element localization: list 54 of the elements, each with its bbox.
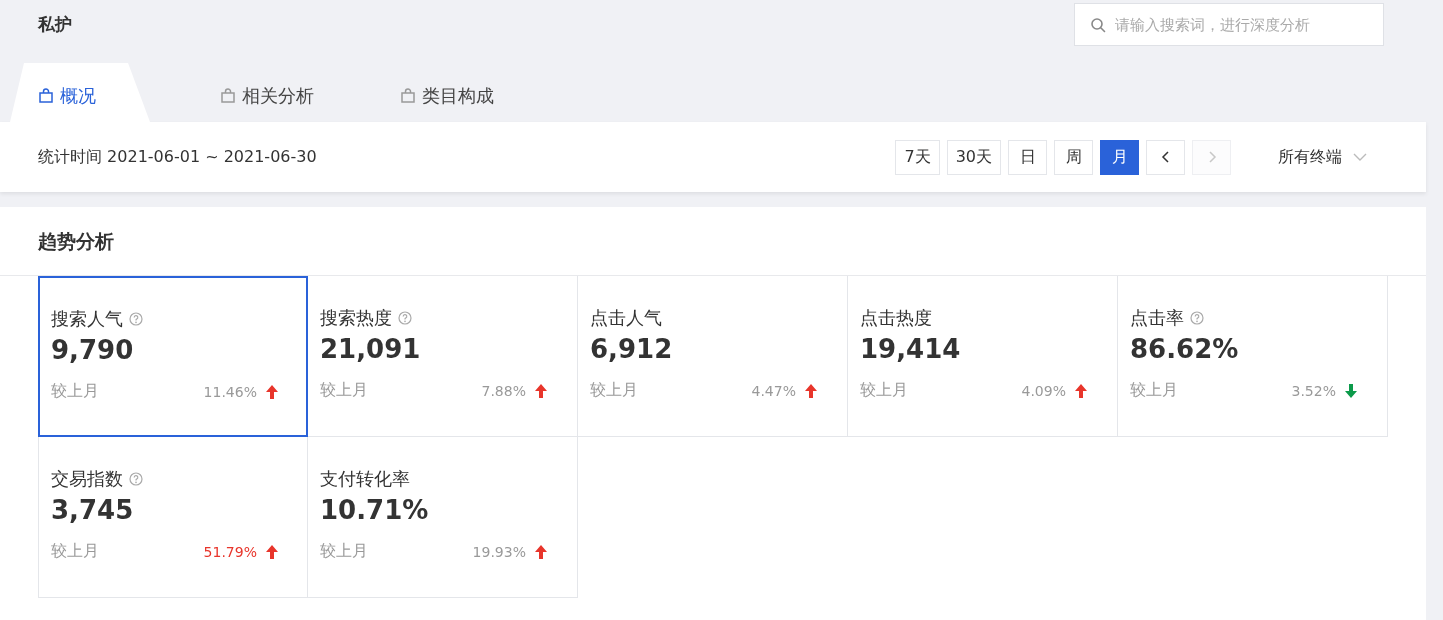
metric-label: 点击人气 — [590, 306, 662, 330]
change-value: 4.47% — [751, 382, 796, 399]
metric-label: 支付转化率 — [320, 467, 410, 491]
metric-label: 交易指数 — [51, 467, 123, 491]
metric-card[interactable]: 点击率 86.62% 较上月 3.52% — [1118, 276, 1388, 437]
period-button[interactable]: 日 — [1008, 139, 1047, 175]
date-range: 统计时间 2021-06-01 ~ 2021-06-30 — [38, 146, 317, 168]
metric-label: 点击率 — [1130, 306, 1184, 330]
metric-value: 9,790 — [51, 335, 135, 365]
tab[interactable]: 类目构成 — [372, 63, 552, 122]
metric-label: 点击热度 — [860, 306, 932, 330]
tab[interactable]: 概况 — [10, 63, 150, 122]
change-value: 7.88% — [481, 382, 526, 399]
bag-icon — [38, 87, 54, 104]
metric-card[interactable]: 点击人气 6,912 较上月 4.47% — [578, 276, 848, 437]
period-button[interactable]: 月 — [1100, 139, 1139, 175]
tab[interactable]: 相关分析 — [192, 63, 372, 122]
change-value: 51.79% — [203, 543, 257, 560]
section-title: 趋势分析 — [37, 229, 115, 254]
previous-button[interactable] — [1146, 139, 1185, 175]
period-button[interactable]: 7天 — [895, 139, 940, 175]
metric-value: 21,091 — [320, 334, 422, 364]
metric-card[interactable]: 搜索热度 21,091 较上月 7.88% — [308, 276, 578, 437]
change-value: 11.46% — [203, 383, 257, 400]
metric-value: 86.62% — [1130, 334, 1240, 364]
period-button[interactable]: 周 — [1054, 139, 1093, 175]
change-value: 4.09% — [1021, 382, 1066, 399]
compare-label: 较上月 — [320, 380, 369, 401]
search-field[interactable]: 请输入搜索词，进行深度分析 — [1074, 3, 1384, 46]
metric-card[interactable]: 支付转化率 10.71% 较上月 19.93% — [308, 437, 578, 598]
metric-value: 6,912 — [590, 334, 674, 364]
metric-label: 搜索热度 — [320, 306, 392, 330]
compare-label: 较上月 — [1130, 380, 1179, 401]
compare-label: 较上月 — [51, 381, 100, 402]
metric-card[interactable]: 搜索人气 9,790 较上月 11.46% — [38, 276, 308, 437]
metric-value: 3,745 — [51, 495, 135, 525]
metric-card[interactable]: 交易指数 3,745 较上月 51.79% — [38, 437, 308, 598]
terminal-dropdown[interactable]: 所有终端 — [1278, 146, 1368, 168]
metric-card[interactable]: 点击热度 19,414 较上月 4.09% — [848, 276, 1118, 437]
compare-label: 较上月 — [590, 380, 639, 401]
compare-label: 较上月 — [51, 541, 100, 562]
bag-icon — [400, 87, 416, 104]
bag-icon — [220, 87, 236, 104]
change-value: 3.52% — [1291, 382, 1336, 399]
change-value: 19.93% — [472, 543, 526, 560]
metric-label: 搜索人气 — [51, 307, 123, 331]
metric-value: 10.71% — [320, 495, 430, 525]
compare-label: 较上月 — [320, 541, 369, 562]
page-title: 私护 — [38, 13, 72, 36]
search-icon — [1090, 17, 1106, 33]
period-button[interactable]: 30天 — [946, 139, 1001, 175]
chevron-down-icon — [1352, 152, 1368, 162]
compare-label: 较上月 — [860, 380, 909, 401]
metric-value: 19,414 — [860, 334, 962, 364]
